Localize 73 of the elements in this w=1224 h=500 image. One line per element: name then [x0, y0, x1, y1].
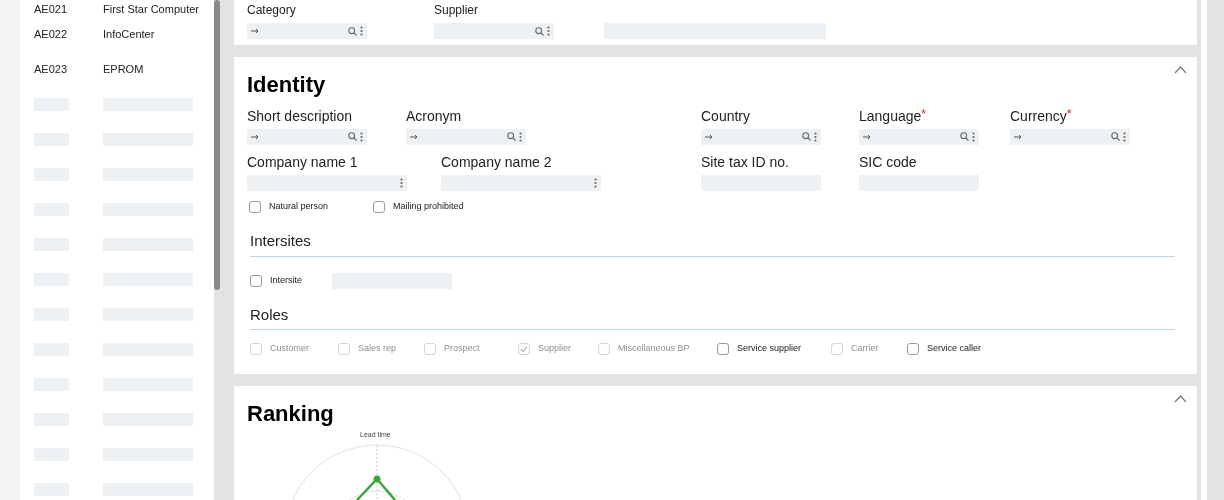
subsection-title: Intersites — [250, 230, 1175, 257]
checkbox-label: Miscellaneous BP — [618, 342, 690, 356]
field-label: Company name 2 — [441, 152, 553, 171]
table-cell-text: EPROM — [103, 62, 144, 78]
required-mark: * — [1066, 106, 1072, 121]
checkbox-label: Prospect — [444, 342, 480, 356]
table-cell-text: InfoCenter — [103, 27, 155, 43]
more-icon[interactable] — [400, 177, 403, 188]
field-label: Language — [859, 106, 922, 125]
field-label: Country — [701, 106, 752, 125]
checkbox-label: Customer — [270, 342, 309, 356]
arrow-icon — [251, 133, 260, 140]
search-icon[interactable] — [802, 132, 811, 142]
field-label: Site tax ID no. — [701, 152, 790, 171]
input-field[interactable] — [434, 23, 554, 39]
collapse-icon[interactable] — [1174, 395, 1187, 403]
more-icon[interactable] — [547, 26, 550, 36]
checkbox-label: Service caller — [927, 342, 982, 356]
search-icon[interactable] — [1111, 132, 1120, 142]
input-field[interactable] — [247, 174, 407, 191]
checkbox-label: Supplier — [538, 342, 572, 356]
checkbox-label: Mailing prohibited — [393, 199, 464, 213]
field-label: Short description — [247, 106, 354, 125]
arrow-icon — [251, 28, 260, 34]
input-field[interactable] — [1010, 128, 1130, 145]
checkbox-label: Service supplier — [737, 342, 802, 356]
scrollbar[interactable] — [214, 0, 220, 290]
input-field[interactable] — [247, 128, 367, 145]
search-icon[interactable] — [535, 26, 544, 36]
more-icon[interactable] — [1123, 131, 1126, 142]
arrow-icon — [863, 133, 872, 140]
field-label: Currency — [1010, 106, 1067, 125]
more-icon[interactable] — [360, 131, 363, 142]
search-icon[interactable] — [348, 26, 357, 36]
arrow-icon — [410, 133, 419, 140]
subsection-title: Roles — [250, 303, 1175, 331]
checkbox[interactable] — [249, 200, 261, 213]
field-label: Supplier — [434, 2, 480, 19]
field-label: Company name 1 — [247, 152, 359, 171]
table-cell-text: AE023 — [34, 62, 69, 78]
section-title: Ranking — [247, 400, 335, 428]
checkbox-label: Sales rep — [358, 342, 397, 356]
field-label: Category — [247, 2, 297, 19]
more-icon[interactable] — [814, 131, 817, 142]
input-field[interactable] — [859, 128, 979, 145]
input-field[interactable] — [701, 128, 821, 145]
search-icon[interactable] — [348, 132, 357, 142]
section-title: Identity — [247, 70, 327, 99]
field-label: SIC code — [859, 152, 918, 171]
more-icon[interactable] — [360, 26, 363, 36]
arrow-icon — [705, 133, 714, 140]
checkbox[interactable] — [907, 343, 919, 356]
input-field[interactable] — [247, 23, 367, 39]
field-label: Acronym — [406, 106, 463, 125]
checkbox[interactable] — [717, 343, 729, 356]
more-icon[interactable] — [519, 131, 522, 142]
input-field[interactable] — [406, 128, 526, 145]
search-icon[interactable] — [507, 132, 516, 142]
required-mark: * — [921, 106, 926, 121]
table-cell-text: AE022 — [34, 27, 69, 43]
checkbox-label: Intersite — [270, 274, 302, 288]
more-icon[interactable] — [594, 177, 597, 188]
input-field[interactable] — [441, 174, 601, 191]
table-cell-text: First Star Computer — [103, 2, 199, 17]
more-icon[interactable] — [972, 131, 975, 142]
collapse-icon[interactable] — [1174, 65, 1187, 74]
checkbox-label: Natural person — [269, 199, 329, 213]
checkbox-label: Carrier — [851, 342, 879, 356]
search-icon[interactable] — [960, 132, 969, 142]
table-cell-text: AE021 — [34, 2, 69, 17]
arrow-icon — [1014, 133, 1023, 140]
checkbox[interactable] — [373, 200, 386, 213]
checkbox[interactable] — [250, 274, 262, 287]
